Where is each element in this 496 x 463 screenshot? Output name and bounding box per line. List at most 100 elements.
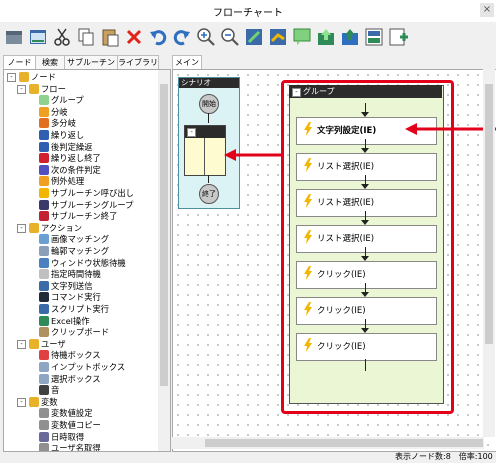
tree-item[interactable]: Excel操作 (39, 315, 90, 327)
tree-item[interactable]: 日時取得 (39, 431, 84, 443)
paste-icon[interactable] (99, 26, 121, 48)
flow-node[interactable]: クリック(IE) (296, 297, 437, 325)
export-icon[interactable] (315, 26, 337, 48)
tree-item-label: コマンド実行 (51, 292, 101, 303)
tree-item[interactable]: 待機ボックス (39, 349, 101, 361)
tree-expander[interactable]: - (17, 339, 26, 349)
tree-item[interactable]: 繰り返し終了 (39, 152, 101, 164)
flow-node-label: 文字列設定(IE) (317, 126, 377, 136)
lightning-icon (304, 302, 312, 316)
tree-item[interactable]: スクリプト実行 (39, 303, 109, 315)
tree-item[interactable]: 多分岐 (39, 117, 76, 129)
tree-item[interactable]: 選択ボックス (39, 373, 101, 385)
tree-item[interactable]: フロー (29, 83, 66, 95)
close-button[interactable]: × (480, 3, 494, 17)
flow-node[interactable]: クリック(IE) (296, 333, 437, 361)
tab-library[interactable]: ライブラリ (117, 55, 159, 70)
group-collapse-toggle[interactable]: - (292, 88, 301, 97)
tree-item[interactable]: ノード (19, 71, 56, 83)
tree-item[interactable]: 例外処理 (39, 175, 84, 187)
select-box-icon (39, 373, 49, 384)
lightning-icon (304, 230, 312, 244)
tree-item[interactable]: 指定時間待機 (39, 268, 101, 280)
connector (208, 175, 209, 183)
flow-node[interactable]: 文字列設定(IE) (296, 117, 437, 145)
add-node-icon[interactable] (387, 26, 409, 48)
flow-node[interactable]: リスト選択(IE) (296, 153, 437, 181)
comment-icon[interactable] (291, 26, 313, 48)
tree-item[interactable]: 輪郭マッチング (39, 245, 109, 257)
tree-item-label: 変数 (41, 396, 58, 407)
tree-item[interactable]: サブルーチン呼び出し (39, 187, 134, 199)
start-node[interactable]: 開始 (199, 94, 219, 114)
node-tree[interactable]: ノード - フロー - グループ 分岐 多分岐 繰り返し 後判定繰返 繰り返し終了 次の条件判定 例外… (3, 69, 171, 452)
tree-item[interactable]: グループ (39, 94, 84, 106)
status-bar-text: 表示ノード数:8 倍率:100 (395, 452, 493, 461)
collapsed-group-node[interactable]: - (184, 125, 226, 176)
tree-item[interactable]: ユーザ名取得 (39, 442, 101, 452)
tree-item[interactable]: 画像マッチング (39, 233, 109, 245)
tree-item-label: サブルーチン呼び出し (51, 188, 134, 198)
tree-item[interactable]: ウィンドウ状態待機 (39, 257, 126, 269)
collapse-toggle[interactable]: - (187, 128, 196, 137)
connector (365, 359, 366, 371)
canvas-horizontal-thumb[interactable] (205, 439, 483, 447)
flow-node-label: リスト選択(IE) (317, 162, 375, 172)
flow-node-label: クリック(IE) (317, 342, 366, 352)
import-icon[interactable] (339, 26, 361, 48)
canvas-vertical-thumb[interactable] (485, 84, 493, 344)
tree-scroll-thumb[interactable] (160, 84, 168, 386)
tab-main[interactable]: メイン (172, 55, 202, 70)
tree-item[interactable]: 音 (39, 384, 59, 396)
tree-item[interactable]: 分岐 (39, 106, 68, 118)
tree-expander[interactable]: - (17, 84, 26, 94)
copy-icon[interactable] (75, 26, 97, 48)
tree-item[interactable]: サブルーチングループ (39, 199, 133, 211)
run-icon[interactable] (3, 26, 25, 48)
flow-node[interactable]: クリック(IE) (296, 261, 437, 289)
tree-item[interactable]: 次の条件判定 (39, 164, 101, 176)
tree-item[interactable]: サブルーチン終了 (39, 210, 117, 222)
layout-icon[interactable] (363, 26, 385, 48)
tree-item-label: ユーザ名取得 (51, 443, 101, 452)
tab-search[interactable]: 検索 (35, 55, 65, 70)
tree-item[interactable]: コマンド実行 (39, 291, 101, 303)
flow-node[interactable]: リスト選択(IE) (296, 225, 437, 253)
flow-node[interactable]: リスト選択(IE) (296, 189, 437, 217)
end-node[interactable]: 終了 (199, 184, 219, 204)
undo-icon[interactable] (147, 26, 169, 48)
tree-item-label: 後判定繰返 (51, 141, 93, 152)
cut-icon[interactable] (51, 26, 73, 48)
tab-node[interactable]: ノード (3, 55, 36, 70)
node-style-icon[interactable] (267, 26, 289, 48)
window-icon[interactable] (27, 26, 49, 48)
branch-icon (39, 106, 49, 117)
lightning-icon (304, 158, 312, 172)
tree-item[interactable]: ユーザ (29, 338, 66, 350)
tree-item-label: ウィンドウ状態待機 (51, 257, 126, 268)
tree-item[interactable]: インプットボックス (39, 361, 125, 373)
tree-item[interactable]: 後判定繰返 (39, 141, 93, 153)
tree-item[interactable]: 変数 (29, 396, 58, 408)
tree-item[interactable]: 文字列送信 (39, 280, 93, 292)
redo-icon[interactable] (171, 26, 193, 48)
group-header[interactable]: - グループ (289, 85, 442, 98)
tab-subroutine[interactable]: サブルーチン (64, 55, 118, 70)
zoom-out-icon[interactable] (219, 26, 241, 48)
tree-expander[interactable]: - (7, 73, 16, 82)
tree-item[interactable]: 変数値設定 (39, 407, 93, 419)
tree-expander[interactable]: - (17, 397, 26, 407)
subroutine-call-icon (39, 188, 49, 198)
command-icon (39, 292, 49, 303)
zoom-in-icon[interactable] (195, 26, 217, 48)
tree-item[interactable]: クリップボード (39, 326, 109, 338)
tree-item[interactable]: 変数値コピー (39, 419, 101, 431)
tree-item[interactable]: アクション (29, 222, 82, 234)
tree-item-label: アクション (41, 222, 83, 233)
tree-item[interactable]: 繰り返し (39, 129, 84, 141)
scenario-lane[interactable]: シナリオ 開始 - 終了 (178, 77, 240, 209)
node-edit-icon[interactable] (243, 26, 265, 48)
delete-icon[interactable] (123, 26, 145, 48)
tree-expander[interactable]: - (17, 223, 26, 233)
folder-icon (29, 222, 39, 233)
